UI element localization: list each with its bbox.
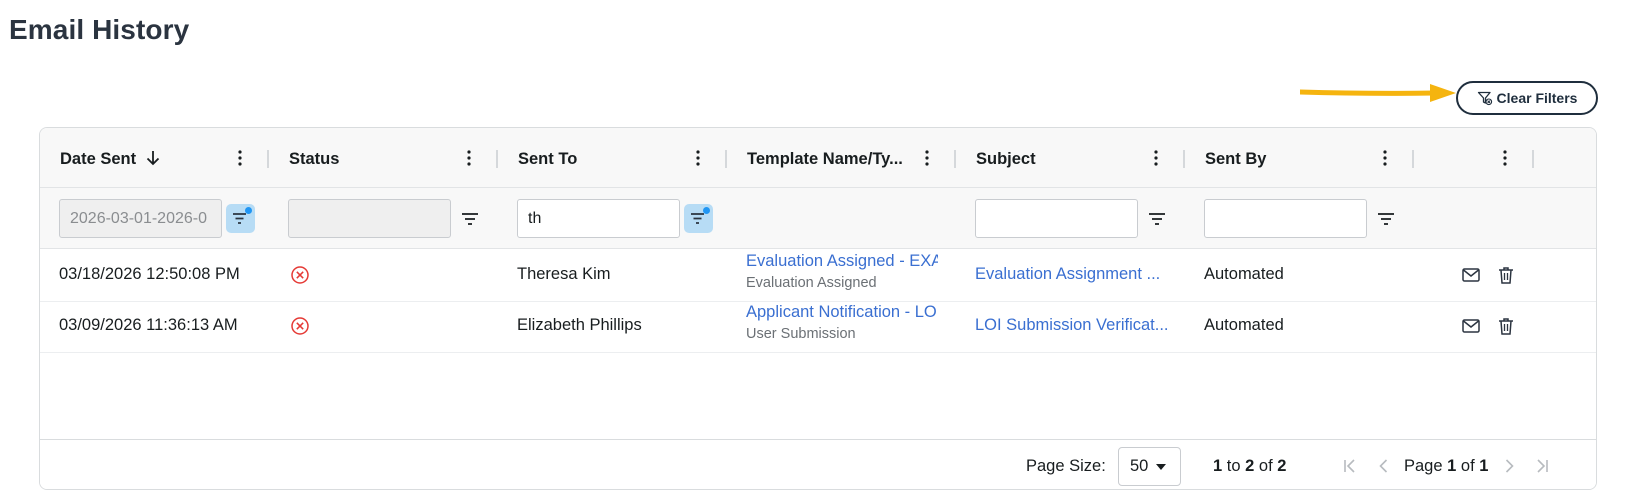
clear-filters-button[interactable]: Clear Filters xyxy=(1456,81,1598,115)
email-history-grid: Date Sent Status Sent To Template Name/T… xyxy=(39,127,1597,490)
sent-by-filter-input[interactable] xyxy=(1204,199,1367,238)
table-row[interactable]: 03/18/2026 12:50:08 PM Theresa Kim Evalu… xyxy=(40,249,1596,302)
column-menu-icon[interactable] xyxy=(231,149,249,167)
template-type-cell: User Submission xyxy=(746,326,856,342)
email-icon[interactable] xyxy=(1461,265,1481,285)
error-circle-icon xyxy=(291,266,309,284)
date-sent-filter-button[interactable] xyxy=(226,204,255,233)
filter-active-indicator xyxy=(703,207,710,214)
pagination-bar: Page Size: 50 1 to 2 of 2 Page 1 of 1 xyxy=(40,439,1596,489)
grid-filter-row: 2026-03-01-2026-0 th xyxy=(40,188,1596,249)
filter-icon[interactable] xyxy=(1375,208,1397,230)
page-indicator: Page 1 of 1 xyxy=(1404,457,1489,475)
page-size-value: 50 xyxy=(1130,457,1149,475)
sent-to-filter-button[interactable] xyxy=(684,204,713,233)
column-label: Subject xyxy=(976,150,1036,168)
last-page-icon[interactable] xyxy=(1533,457,1551,475)
column-label: Date Sent xyxy=(60,150,137,168)
next-page-icon[interactable] xyxy=(1500,457,1518,475)
column-label: Template Name/Ty... xyxy=(747,150,903,168)
sort-descending-icon[interactable] xyxy=(144,149,162,167)
filter-icon[interactable] xyxy=(459,208,481,230)
date-sent-cell: 03/09/2026 11:36:13 AM xyxy=(59,316,238,334)
sent-to-cell: Theresa Kim xyxy=(517,265,611,283)
email-icon[interactable] xyxy=(1461,316,1481,336)
annotation-arrow-icon xyxy=(1300,84,1456,102)
column-menu-icon[interactable] xyxy=(918,149,936,167)
column-menu-icon[interactable] xyxy=(1147,149,1165,167)
filter-clear-icon xyxy=(1477,91,1492,106)
template-type-cell: Evaluation Assigned xyxy=(746,275,877,291)
filter-active-indicator xyxy=(245,207,252,214)
sent-to-cell: Elizabeth Phillips xyxy=(517,316,642,334)
sent-by-cell: Automated xyxy=(1204,316,1284,334)
date-sent-filter-input[interactable]: 2026-03-01-2026-0 xyxy=(59,199,222,238)
page-title: Email History xyxy=(9,14,190,45)
column-label: Sent By xyxy=(1205,150,1267,168)
subject-filter-input[interactable] xyxy=(975,199,1138,238)
column-label: Status xyxy=(289,150,340,168)
column-header-actions[interactable] xyxy=(1414,128,1534,188)
column-menu-icon[interactable] xyxy=(460,149,478,167)
trash-icon[interactable] xyxy=(1496,265,1516,285)
filter-icon[interactable] xyxy=(1146,208,1168,230)
date-sent-cell: 03/18/2026 12:50:08 PM xyxy=(59,265,240,283)
column-resize-handle[interactable] xyxy=(1532,150,1534,168)
page-size-label: Page Size: xyxy=(1026,457,1106,475)
previous-page-icon[interactable] xyxy=(1375,457,1393,475)
table-row[interactable]: 03/09/2026 11:36:13 AM Elizabeth Phillip… xyxy=(40,300,1596,353)
template-name-link[interactable]: Evaluation Assigned - EXA xyxy=(746,252,938,271)
column-label: Sent To xyxy=(518,150,578,168)
grid-header: Date Sent Status Sent To Template Name/T… xyxy=(40,128,1596,188)
column-menu-icon[interactable] xyxy=(689,149,707,167)
row-range-summary: 1 to 2 of 2 xyxy=(1213,457,1287,475)
sent-by-cell: Automated xyxy=(1204,265,1284,283)
subject-link[interactable]: LOI Submission Verificat... xyxy=(975,316,1169,335)
sent-to-filter-input[interactable]: th xyxy=(517,199,680,238)
first-page-icon[interactable] xyxy=(1341,457,1359,475)
template-name-link[interactable]: Applicant Notification - LO xyxy=(746,303,938,322)
status-filter-input[interactable] xyxy=(288,199,451,238)
error-circle-icon xyxy=(291,317,309,335)
column-menu-icon[interactable] xyxy=(1376,149,1394,167)
subject-link[interactable]: Evaluation Assignment ... xyxy=(975,265,1160,284)
clear-filters-label: Clear Filters xyxy=(1496,90,1578,106)
caret-down-icon xyxy=(1156,463,1167,470)
page-size-select[interactable]: 50 xyxy=(1118,447,1181,486)
column-menu-icon[interactable] xyxy=(1496,149,1514,167)
trash-icon[interactable] xyxy=(1496,316,1516,336)
